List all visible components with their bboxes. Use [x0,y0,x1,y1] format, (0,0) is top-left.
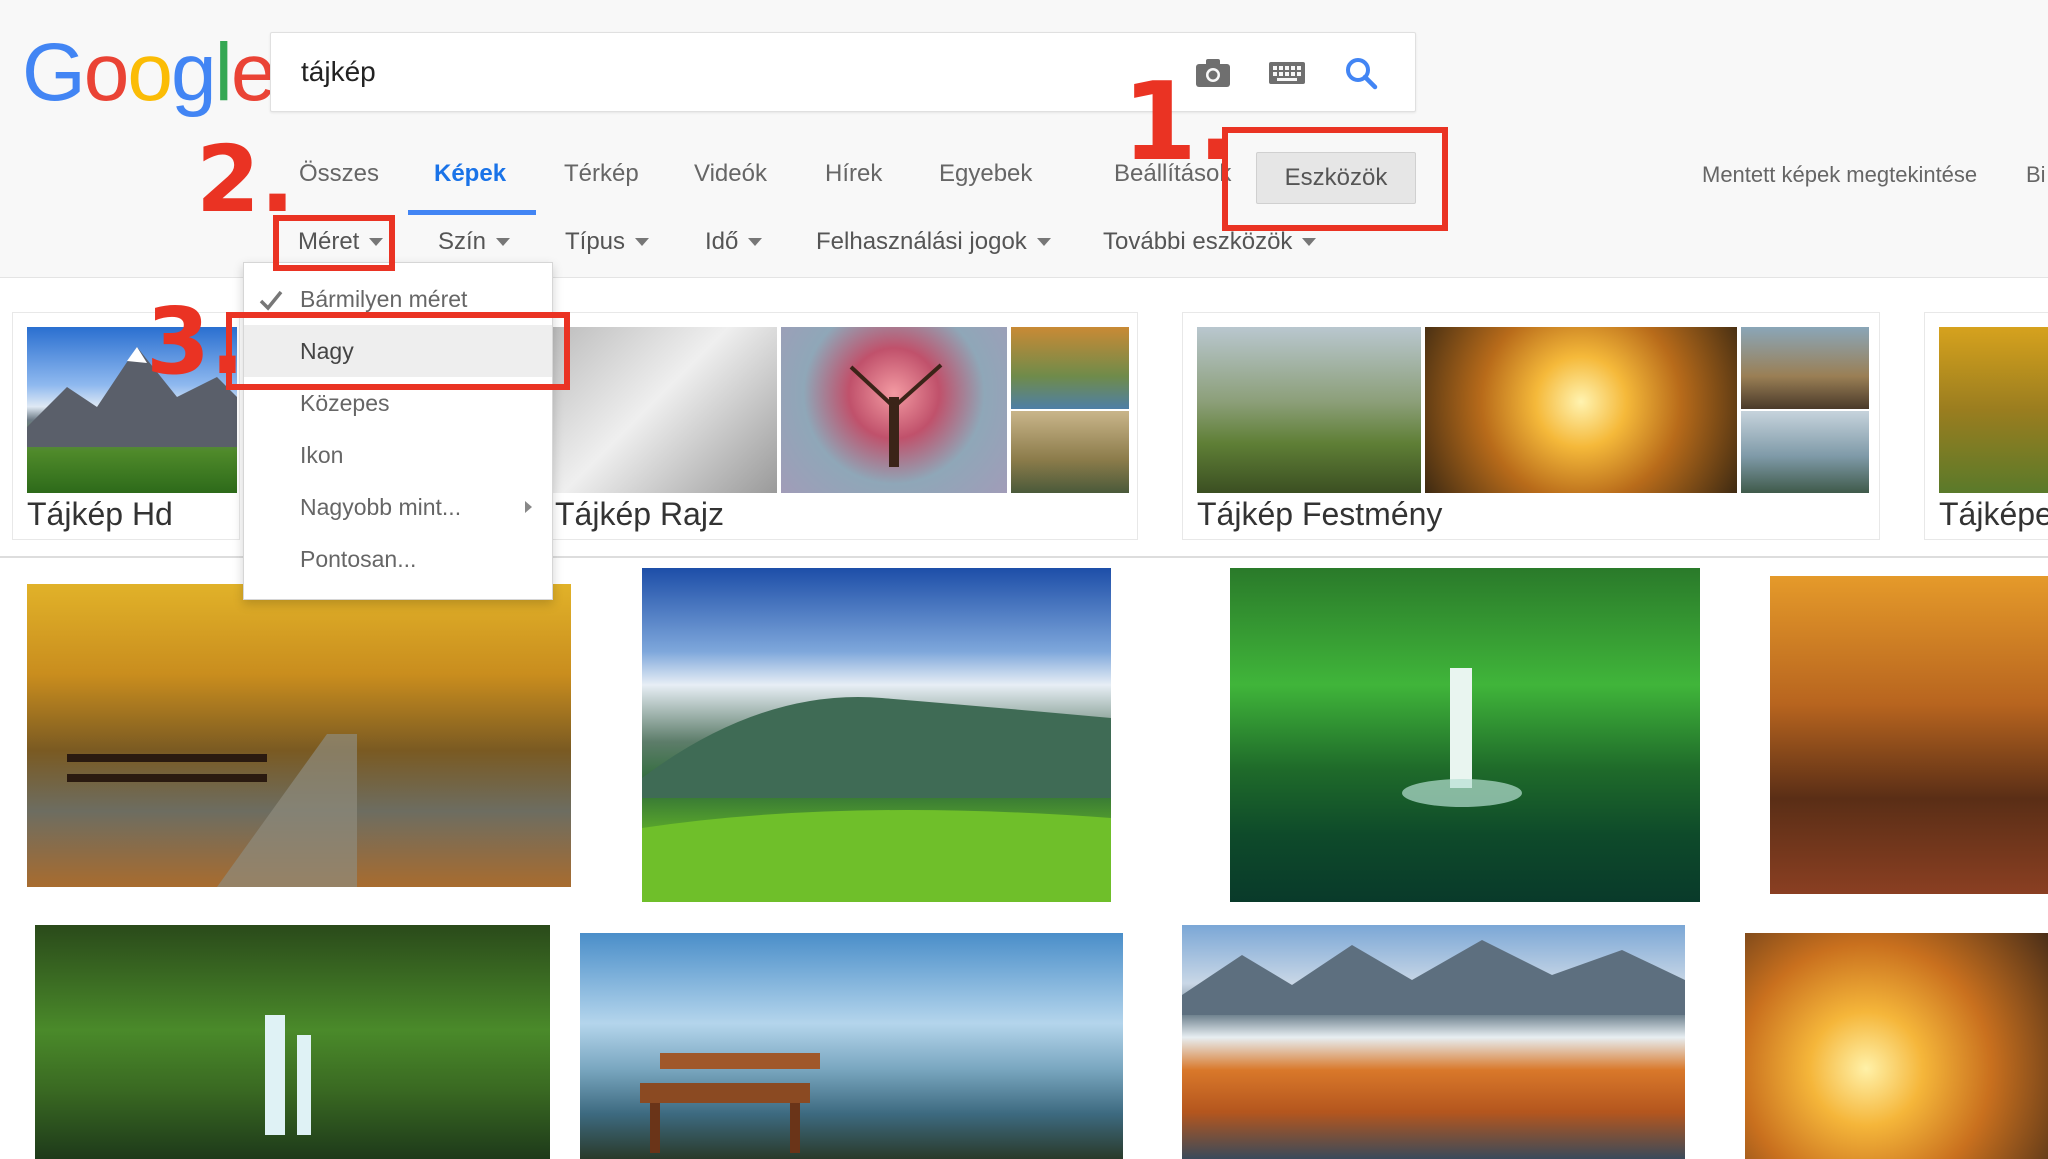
annotation-number-1: 1. [1122,60,1239,185]
chevron-right-icon [525,501,532,513]
filter-felhasznalasi-jogok[interactable]: Felhasználási jogok [816,228,1051,256]
image-sunset-tree[interactable] [1745,933,2048,1159]
related-label: Tájkép Festmény [1197,496,1443,532]
cut-off-link[interactable]: Bi [2026,162,2046,188]
filter-ido[interactable]: Idő [705,228,763,256]
logo-letter: g [171,27,217,118]
tab-videok[interactable]: Videók [694,160,767,188]
logo-letter: l [214,27,233,118]
thumbnail-valley-image [1197,327,1421,493]
filter-szin[interactable]: Szín [438,228,511,256]
chevron-down-icon [635,238,650,246]
tab-egyebek[interactable]: Egyebek [939,160,1032,188]
logo-letter: o [83,27,130,118]
image-green-valley[interactable] [642,568,1111,902]
image-forest-waterfall[interactable] [35,925,550,1159]
search-icon[interactable] [1339,51,1383,95]
related-card-cut[interactable]: Tájképe [1924,312,2048,540]
google-logo[interactable]: Google [22,27,277,118]
menu-item-label: Nagyobb mint... [300,493,462,520]
chevron-down-icon [1036,238,1051,246]
thumbnail-autumn-path-image [1939,327,2048,493]
filter-label: Szín [438,228,487,255]
menu-item-nagyobb-mint[interactable]: Nagyobb mint... [244,481,552,533]
filter-label: Felhasználási jogok [816,228,1027,255]
annotation-box-tools [1222,127,1448,231]
image-lake-bench[interactable] [580,933,1123,1159]
menu-item-label: Ikon [300,441,344,468]
related-card-rajz[interactable]: Tájkép Rajz [540,312,1138,540]
thumbnail-sketch-image [553,327,777,493]
logo-letter: e [230,27,277,118]
related-label: Tájkép Rajz [555,496,724,532]
tab-hirek[interactable]: Hírek [825,160,882,188]
related-card-festmeny[interactable]: Tájkép Festmény [1182,312,1880,540]
keyboard-icon[interactable] [1265,51,1309,95]
thumbnail-golden-river-image [1425,327,1737,493]
thumbnail-river-image [1741,411,1869,493]
tab-osszes[interactable]: Összes [299,160,379,188]
active-tab-indicator [408,210,536,215]
thumbnail-tree-image [781,327,1007,493]
tab-kepek[interactable]: Képek [434,160,506,188]
chevron-down-icon [1302,238,1317,246]
logo-letter: o [127,27,173,118]
saved-images-link[interactable]: Mentett képek megtekintése [1702,162,1977,188]
search-input[interactable] [299,49,1103,95]
filter-label: Típus [565,228,626,255]
menu-item-pontosan[interactable]: Pontosan... [244,533,552,585]
menu-item-label: Pontosan... [300,545,417,572]
image-waterfall[interactable] [1230,568,1700,902]
tab-terkep[interactable]: Térkép [564,160,639,188]
logo-letter: G [22,27,86,118]
check-icon [259,290,283,311]
annotation-box-large [226,312,570,390]
thumbnail-autumn-image [1011,327,1129,409]
related-label: Tájképe [1939,496,2048,532]
image-autumn-mountains[interactable] [1182,925,1685,1159]
filter-tipus[interactable]: Típus [565,228,650,256]
menu-item-label: Bármilyen méret [300,285,468,312]
thumbnail-lake-image [1741,327,1869,409]
menu-item-ikon[interactable]: Ikon [244,429,552,481]
filter-label: További eszközök [1103,228,1293,255]
thumbnail-painting-image [1011,411,1129,493]
annotation-number-3: 3. [146,288,245,395]
annotation-number-2: 2. [196,126,295,233]
image-autumn-forest[interactable] [1770,576,2048,894]
filter-tovabbi-eszkozok[interactable]: További eszközök [1103,228,1317,256]
search-box [270,32,1416,112]
menu-item-label: Közepes [300,389,390,416]
image-autumn-road[interactable] [27,584,571,887]
filter-label: Idő [705,228,739,255]
chevron-down-icon [496,238,511,246]
related-label: Tájkép Hd [27,496,173,532]
chevron-down-icon [748,238,763,246]
